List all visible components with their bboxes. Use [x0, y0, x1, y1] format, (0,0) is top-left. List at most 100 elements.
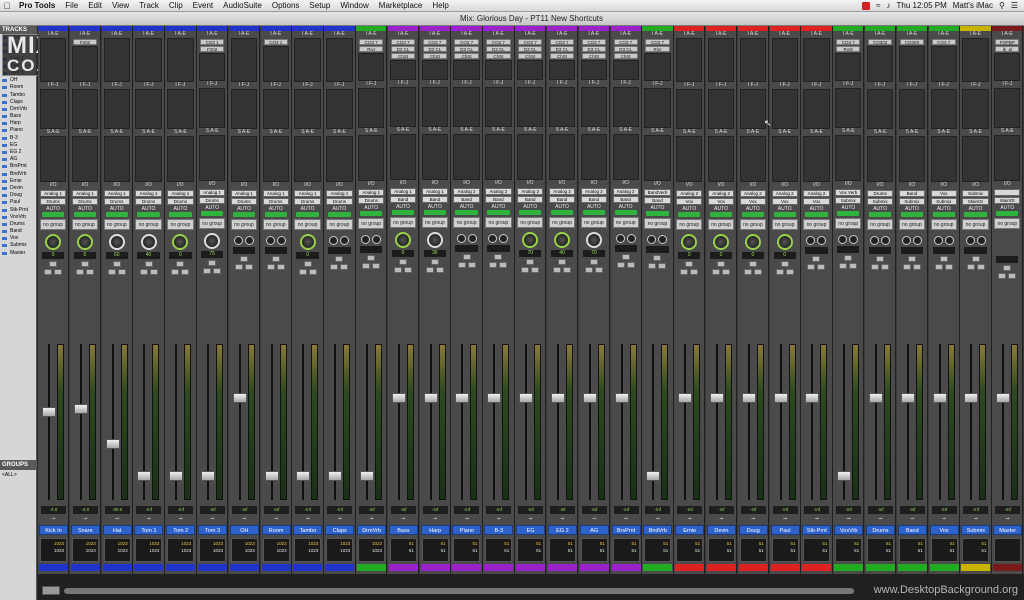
automation-mode-button[interactable]	[900, 212, 924, 217]
input-monitor-button[interactable]	[844, 255, 853, 261]
sends-area[interactable]	[326, 136, 353, 182]
insert-area[interactable]	[898, 46, 926, 82]
group-selector[interactable]: no group	[167, 219, 194, 230]
insert-slot[interactable]: ChSt	[390, 53, 416, 59]
output-selector[interactable]: Vox	[803, 198, 830, 205]
pan-left-knob-icon[interactable]	[838, 235, 848, 244]
insert-area-fj[interactable]	[167, 89, 194, 129]
insert-slot[interactable]: Rivr	[359, 46, 384, 52]
automation-mode-button[interactable]	[868, 212, 892, 217]
insert-slot[interactable]: D3 CL	[549, 46, 575, 52]
input-selector[interactable]: Analog 1	[135, 190, 162, 197]
insert-slot[interactable]: CQ3 7	[645, 39, 670, 45]
pan-left-knob-icon[interactable]	[329, 236, 339, 245]
sends-area[interactable]	[230, 136, 258, 182]
track-name[interactable]: Claps	[325, 525, 355, 535]
output-selector[interactable]: Drums	[71, 198, 99, 205]
pan-left-knob-icon[interactable]	[456, 234, 466, 243]
pan-right-knob-icon[interactable]	[626, 234, 636, 243]
insert-slot[interactable]: CQ3 7	[613, 39, 638, 45]
insert-slot[interactable]: D3 CL	[613, 46, 638, 52]
insert-slot[interactable]: CQ3 7	[581, 39, 606, 45]
group-selector[interactable]: no group	[898, 219, 926, 230]
sends-area[interactable]	[580, 134, 607, 180]
input-selector[interactable]: Analog 1	[421, 188, 448, 195]
insert-slot[interactable]: Rivr	[645, 46, 670, 52]
fader-cap[interactable]	[741, 392, 756, 403]
automation-mode-button[interactable]	[582, 210, 605, 215]
group-selector[interactable]: no group	[326, 219, 353, 230]
automation-mode-button[interactable]	[487, 210, 510, 215]
output-selector[interactable]: MainOt	[994, 197, 1021, 204]
sidebar-track-item[interactable]: EG	[0, 142, 36, 149]
insert-area-fj[interactable]	[230, 89, 258, 129]
insert-slot[interactable]: ChSt	[486, 53, 511, 59]
automation-mode-button[interactable]	[360, 211, 383, 216]
group-selector[interactable]: no group	[739, 219, 767, 230]
sends-area[interactable]	[421, 134, 448, 180]
group-selector[interactable]: no group	[230, 219, 258, 230]
input-monitor-button[interactable]	[367, 255, 376, 261]
group-selector[interactable]: no group	[612, 217, 639, 228]
track-name[interactable]: Piano	[452, 525, 482, 535]
solo-button[interactable]	[234, 264, 243, 270]
insert-slot[interactable]: Rvrb	[836, 46, 861, 52]
fader-cap[interactable]	[264, 470, 279, 481]
solo-button[interactable]	[584, 267, 593, 273]
group-selector[interactable]: no group	[103, 219, 130, 230]
solo-button[interactable]	[266, 264, 275, 270]
track-name[interactable]: Tambo	[293, 525, 323, 535]
pan-right-knob-icon[interactable]	[658, 235, 668, 244]
input-monitor-button[interactable]	[1003, 265, 1012, 271]
input-monitor-button[interactable]	[876, 256, 885, 262]
fader-cap[interactable]	[232, 392, 247, 403]
track-name[interactable]: Stk-Prnt	[802, 525, 832, 535]
menu-setup[interactable]: Setup	[304, 1, 335, 10]
solo-button[interactable]	[680, 269, 689, 275]
automation-mode-button[interactable]	[423, 210, 446, 215]
solo-button[interactable]	[75, 269, 84, 275]
pan-knob-icon[interactable]	[204, 233, 221, 249]
stereo-pan-knobs[interactable]	[324, 236, 354, 245]
mute-button[interactable]	[817, 264, 826, 270]
sidebar-track-item[interactable]: Piano	[0, 127, 36, 134]
track-name[interactable]: Devin	[706, 525, 736, 535]
input-selector[interactable]: Analog 2	[453, 188, 480, 195]
pan-knob-icon[interactable]	[45, 234, 62, 250]
insert-area[interactable]	[707, 38, 735, 82]
pan-right-knob-icon[interactable]	[849, 235, 859, 244]
automation-mode-button[interactable]	[805, 212, 828, 217]
group-selector[interactable]: no group	[930, 219, 957, 230]
fader-cap[interactable]	[42, 407, 56, 418]
insert-area[interactable]	[739, 38, 767, 82]
insert-area[interactable]	[994, 53, 1021, 81]
solo-button[interactable]	[457, 262, 466, 268]
automation-mode-button[interactable]	[773, 212, 796, 217]
fader-cap[interactable]	[900, 392, 915, 403]
insert-area[interactable]	[930, 46, 957, 82]
fader-cap[interactable]	[996, 392, 1011, 403]
input-selector[interactable]: Analog 1	[389, 188, 417, 195]
insert-area[interactable]	[358, 53, 385, 81]
sidebar-track-item[interactable]: DrmVrb	[0, 106, 36, 113]
output-selector[interactable]: Drums	[230, 198, 258, 205]
solo-button[interactable]	[712, 269, 721, 275]
sidebar-track-item[interactable]: OH	[0, 77, 36, 84]
insert-slot[interactable]: CQ3 7	[422, 39, 447, 45]
input-monitor-button[interactable]	[748, 261, 757, 267]
output-selector[interactable]: Drums	[135, 198, 162, 205]
pan-knob-icon[interactable]	[395, 232, 411, 248]
output-selector[interactable]: MainOt	[962, 198, 989, 205]
sidebar-track-item[interactable]: Band	[0, 228, 36, 235]
insert-slot[interactable]: CQ3 7	[518, 39, 543, 45]
insert-area-fj[interactable]	[389, 87, 417, 127]
solo-button[interactable]	[998, 273, 1007, 279]
pan-left-knob-icon[interactable]	[233, 236, 243, 245]
insert-area-fj[interactable]	[326, 89, 353, 129]
apple-icon[interactable]: 	[0, 1, 14, 11]
insert-area[interactable]	[835, 53, 862, 81]
output-selector[interactable]: Band	[389, 196, 417, 203]
input-selector[interactable]: Vox	[930, 190, 957, 197]
menu-edit[interactable]: Edit	[83, 1, 107, 10]
solo-button[interactable]	[775, 269, 784, 275]
